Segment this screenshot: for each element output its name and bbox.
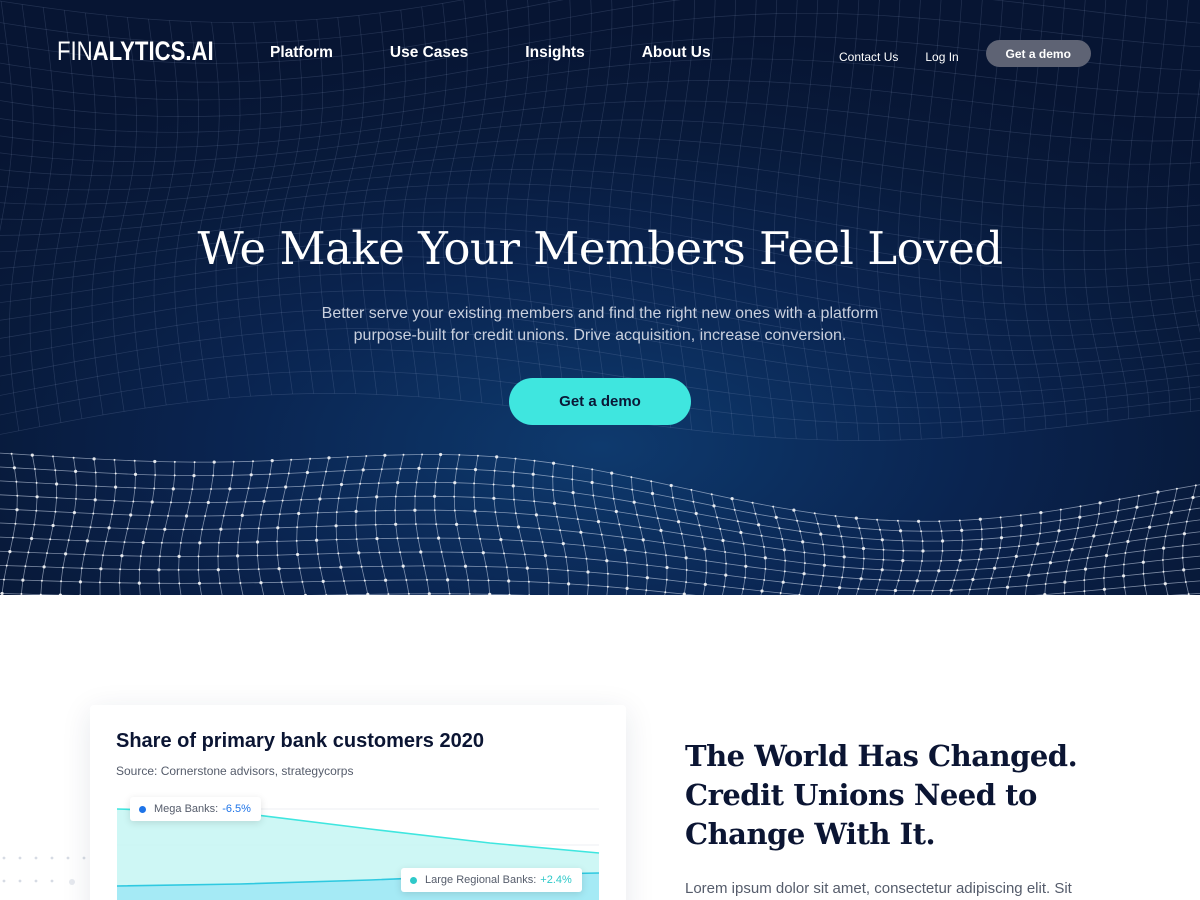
logo-light-part: FIN: [57, 36, 93, 66]
nav-link-log-in[interactable]: Log In: [925, 50, 958, 64]
bank-share-chart-card: Share of primary bank customers 2020 Sou…: [90, 705, 626, 900]
hero-subtitle: Better serve your existing members and f…: [270, 303, 930, 347]
nav-link-insights[interactable]: Insights: [525, 44, 584, 62]
large-regional-banks-dot-icon: [410, 876, 417, 884]
hero-section: FINALYTICS.AI Platform Use Cases Insight…: [0, 0, 1200, 595]
hero-subtitle-line-1: Better serve your existing members and f…: [321, 305, 879, 322]
nav-link-about-us[interactable]: About Us: [642, 44, 711, 62]
nav-link-use-cases[interactable]: Use Cases: [390, 44, 468, 62]
large-regional-banks-label: Large Regional Banks:: [425, 874, 537, 886]
hero-title: We Make Your Members Feel Loved: [197, 222, 1003, 275]
hero-subtitle-line-2: purpose-built for credit unions. Drive a…: [353, 327, 847, 344]
mega-banks-value: -6.5%: [222, 803, 251, 815]
nav-link-platform[interactable]: Platform: [270, 44, 333, 62]
section-title: The World Has Changed. Credit Unions Nee…: [685, 737, 1105, 854]
large-regional-banks-callout: Large Regional Banks: +2.4%: [401, 868, 582, 892]
chart-title: Share of primary bank customers 2020: [116, 730, 484, 752]
mega-banks-dot-icon: [139, 805, 146, 813]
decorative-dot-grid: [2, 856, 86, 885]
large-regional-banks-value: +2.4%: [540, 874, 572, 886]
secondary-nav: Contact Us Log In Get a demo: [839, 40, 1091, 67]
hero-get-demo-button[interactable]: Get a demo: [509, 378, 691, 425]
nav-link-contact-us[interactable]: Contact Us: [839, 50, 898, 64]
nav-get-demo-button[interactable]: Get a demo: [985, 40, 1091, 67]
mega-banks-label: Mega Banks:: [154, 803, 219, 815]
section-title-line-2: Credit Unions Need to: [685, 778, 1037, 812]
section-title-line-3: Change With It.: [685, 817, 936, 851]
section-title-line-1: The World Has Changed.: [685, 739, 1078, 773]
section-body-text: Lorem ipsum dolor sit amet, consectetur …: [685, 880, 1072, 897]
finalytics-logo[interactable]: FINALYTICS.AI: [57, 36, 214, 67]
logo-bold-part: ALYTICS.AI: [92, 36, 214, 66]
mega-banks-callout: Mega Banks: -6.5%: [130, 797, 261, 821]
top-navigation: FINALYTICS.AI Platform Use Cases Insight…: [0, 0, 1200, 106]
chart-source: Source: Cornerstone advisors, strategyco…: [116, 764, 354, 778]
primary-nav-links: Platform Use Cases Insights About Us: [270, 44, 768, 62]
